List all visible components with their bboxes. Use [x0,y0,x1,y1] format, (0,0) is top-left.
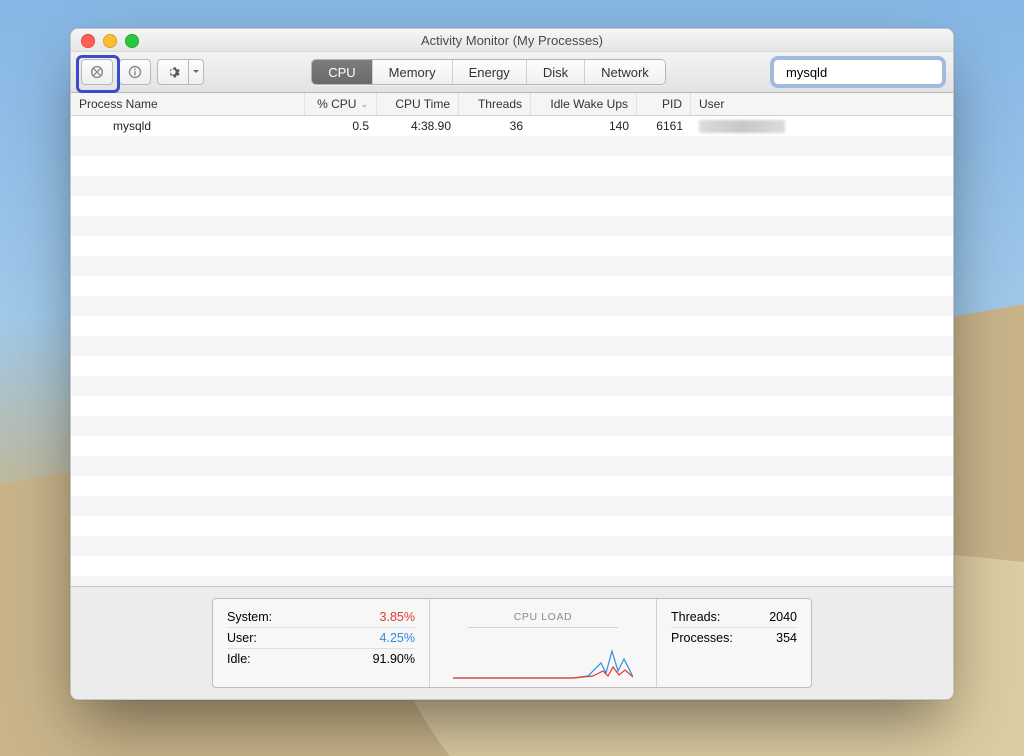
search-input[interactable] [784,64,954,81]
tab-energy[interactable]: Energy [453,60,527,84]
label-idle: Idle: [227,652,251,666]
col-process-name[interactable]: Process Name [71,93,305,115]
cpu-load-title: CPU LOAD [514,611,572,623]
cell-user [691,116,953,136]
actions-menu-caret[interactable] [189,59,204,85]
cell-pid: 6161 [637,116,691,136]
value-system: 3.85% [380,610,415,624]
divider [468,627,618,628]
tab-segmented-control: CPU Memory Energy Disk Network [311,59,666,85]
search-field[interactable]: ✕ [773,59,943,85]
sort-indicator-icon: ⌄ [360,99,368,110]
col-cpu-pct-label: % CPU [317,97,356,111]
info-circle-icon [128,65,142,79]
label-processes-total: Processes: [671,631,733,645]
gear-icon [166,65,180,79]
col-threads[interactable]: Threads [459,93,531,115]
inspect-process-button[interactable] [119,59,151,85]
tab-memory[interactable]: Memory [373,60,453,84]
value-idle: 91.90% [373,652,415,666]
value-processes-total: 354 [776,631,797,645]
activity-monitor-window: Activity Monitor (My Processes) [70,28,954,700]
cpu-breakdown: System: 3.85% User: 4.25% Idle: 91.90% [213,599,430,687]
col-user[interactable]: User [691,93,953,115]
cell-cpu-pct: 0.5 [305,116,377,136]
stop-process-button[interactable] [81,59,113,85]
label-system: System: [227,610,272,624]
close-window-button[interactable] [81,34,95,48]
label-threads-total: Threads: [671,610,720,624]
col-idle-wakeups[interactable]: Idle Wake Ups [531,93,637,115]
table-row[interactable]: mysqld 0.5 4:38.90 36 140 6161 [71,116,953,136]
fullscreen-window-button[interactable] [125,34,139,48]
col-pid[interactable]: PID [637,93,691,115]
value-threads-total: 2040 [769,610,797,624]
summary-bar: System: 3.85% User: 4.25% Idle: 91.90% C… [71,586,953,699]
tab-disk[interactable]: Disk [527,60,585,84]
label-user: User: [227,631,257,645]
cell-idle-wakeups: 140 [531,116,637,136]
cpu-load-sparkline [453,643,633,679]
totals: Threads: 2040 Processes: 354 [657,599,811,687]
cell-threads: 36 [459,116,531,136]
cell-cpu-time: 4:38.90 [377,116,459,136]
cell-user-redacted [699,120,785,133]
window-controls [81,34,139,48]
col-cpu-pct[interactable]: % CPU ⌄ [305,93,377,115]
tab-network[interactable]: Network [585,60,665,84]
tab-cpu[interactable]: CPU [312,60,372,84]
process-table-body: mysqld 0.5 4:38.90 36 140 6161 [71,116,953,586]
titlebar[interactable]: Activity Monitor (My Processes) [71,29,953,52]
value-user: 4.25% [380,631,415,645]
toolbar: CPU Memory Energy Disk Network ✕ [71,52,953,93]
window-title: Activity Monitor (My Processes) [421,33,603,48]
stop-circle-icon [90,65,104,79]
actions-menu-button[interactable] [157,59,189,85]
col-cpu-time[interactable]: CPU Time [377,93,459,115]
column-headers: Process Name % CPU ⌄ CPU Time Threads Id… [71,93,953,116]
cell-process-name: mysqld [71,116,305,136]
desktop-background: Activity Monitor (My Processes) [0,0,1024,756]
summary-panel: System: 3.85% User: 4.25% Idle: 91.90% C… [212,598,812,688]
cpu-load-graph-panel: CPU LOAD [430,599,657,687]
minimize-window-button[interactable] [103,34,117,48]
chevron-down-icon [192,68,200,76]
